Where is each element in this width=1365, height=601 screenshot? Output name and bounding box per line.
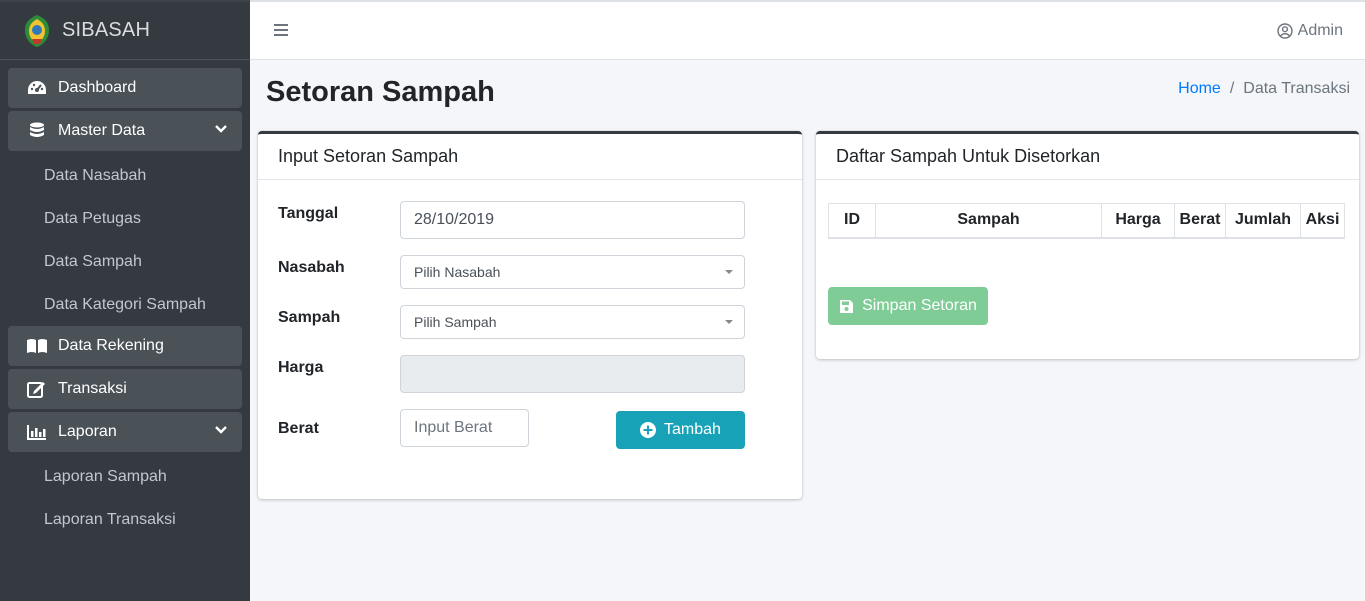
tanggal-input[interactable]: 28/10/2019: [400, 201, 745, 239]
sidebar-item-label: Data Rekening: [58, 337, 164, 354]
simpan-label: Simpan Setoran: [862, 297, 977, 314]
sidebar-item-master-data[interactable]: Master Data: [8, 111, 242, 151]
sidebar-item-data-sampah[interactable]: Data Sampah: [0, 240, 250, 283]
user-circle-icon: [1276, 23, 1293, 39]
breadcrumb-home-link[interactable]: Home: [1178, 80, 1221, 98]
berat-input[interactable]: Input Berat: [400, 409, 529, 447]
sidebar-nav: Dashboard Master Data Data Nasabah Data …: [0, 60, 250, 541]
book-open-icon: [26, 337, 48, 355]
harga-input: [400, 355, 745, 393]
tambah-label: Tambah: [664, 421, 721, 438]
berat-placeholder: Input Berat: [414, 419, 493, 436]
hamburger-menu-icon[interactable]: [273, 23, 289, 37]
breadcrumb-separator: /: [1229, 80, 1235, 97]
tachometer-icon: [26, 79, 48, 97]
column-header-id: ID: [828, 203, 876, 239]
brand-logo-icon: [25, 14, 49, 47]
column-header-harga: Harga: [1101, 203, 1175, 239]
column-header-jumlah: Jumlah: [1225, 203, 1301, 239]
column-header-sampah: Sampah: [875, 203, 1102, 239]
table-header-row: ID Sampah Harga Berat Jumlah Aksi: [828, 203, 1345, 239]
sidebar-item-label: Laporan: [58, 423, 117, 440]
nasabah-select[interactable]: Pilih Nasabah: [400, 255, 745, 289]
sidebar-item-dashboard[interactable]: Dashboard: [8, 68, 242, 108]
daftar-sampah-card: Daftar Sampah Untuk Disetorkan ID Sampah…: [816, 131, 1359, 359]
sidebar-item-data-nasabah[interactable]: Data Nasabah: [0, 154, 250, 197]
user-name: Admin: [1297, 22, 1343, 39]
tanggal-label: Tanggal: [278, 205, 339, 222]
sidebar-item-laporan[interactable]: Laporan: [8, 412, 242, 452]
plus-circle-icon: [640, 422, 657, 438]
breadcrumb: Home / Data Transaksi: [1178, 80, 1350, 98]
sidebar-item-data-kategori-sampah[interactable]: Data Kategori Sampah: [0, 283, 250, 326]
daftar-sampah-table: ID Sampah Harga Berat Jumlah Aksi: [828, 203, 1345, 239]
page-title: Setoran Sampah: [266, 76, 495, 108]
top-navbar: Admin: [250, 0, 1365, 60]
tambah-button[interactable]: Tambah: [616, 411, 745, 449]
chevron-down-icon: [215, 125, 227, 133]
nasabah-label: Nasabah: [278, 259, 345, 276]
dropdown-caret-icon: [725, 270, 733, 274]
dropdown-caret-icon: [725, 320, 733, 324]
chevron-down-icon: [215, 426, 227, 434]
sidebar-item-laporan-sampah[interactable]: Laporan Sampah: [0, 455, 250, 498]
sidebar: SIBASAH Dashboard Master Data Data Nasab…: [0, 0, 250, 601]
sidebar-item-label: Dashboard: [58, 79, 137, 96]
column-header-aksi: Aksi: [1300, 203, 1345, 239]
edit-icon: [26, 380, 48, 398]
sidebar-item-data-petugas[interactable]: Data Petugas: [0, 197, 250, 240]
breadcrumb-current: Data Transaksi: [1243, 80, 1350, 97]
harga-label: Harga: [278, 359, 324, 376]
sampah-label: Sampah: [278, 309, 341, 326]
sampah-select[interactable]: Pilih Sampah: [400, 305, 745, 339]
user-menu[interactable]: Admin: [1276, 22, 1343, 40]
column-header-berat: Berat: [1174, 203, 1226, 239]
database-icon: [26, 122, 48, 140]
sidebar-item-data-rekening[interactable]: Data Rekening: [8, 326, 242, 366]
sampah-selected: Pilih Sampah: [414, 314, 497, 330]
sidebar-item-laporan-transaksi[interactable]: Laporan Transaksi: [0, 498, 250, 541]
berat-label: Berat: [278, 420, 319, 437]
chart-bar-icon: [26, 423, 48, 441]
input-setoran-card: Input Setoran Sampah Tanggal 28/10/2019 …: [258, 131, 802, 499]
sidebar-item-transaksi[interactable]: Transaksi: [8, 369, 242, 409]
card-title: Daftar Sampah Untuk Disetorkan: [816, 134, 1359, 180]
tanggal-value: 28/10/2019: [414, 211, 495, 228]
brand-name: SIBASAH: [62, 19, 151, 41]
save-icon: [840, 299, 854, 313]
card-title: Input Setoran Sampah: [258, 134, 802, 180]
simpan-setoran-button[interactable]: Simpan Setoran: [828, 287, 988, 325]
sidebar-item-label: Transaksi: [58, 380, 127, 397]
brand[interactable]: SIBASAH: [0, 2, 250, 60]
nasabah-selected: Pilih Nasabah: [414, 264, 501, 280]
sidebar-item-label: Master Data: [58, 122, 146, 139]
